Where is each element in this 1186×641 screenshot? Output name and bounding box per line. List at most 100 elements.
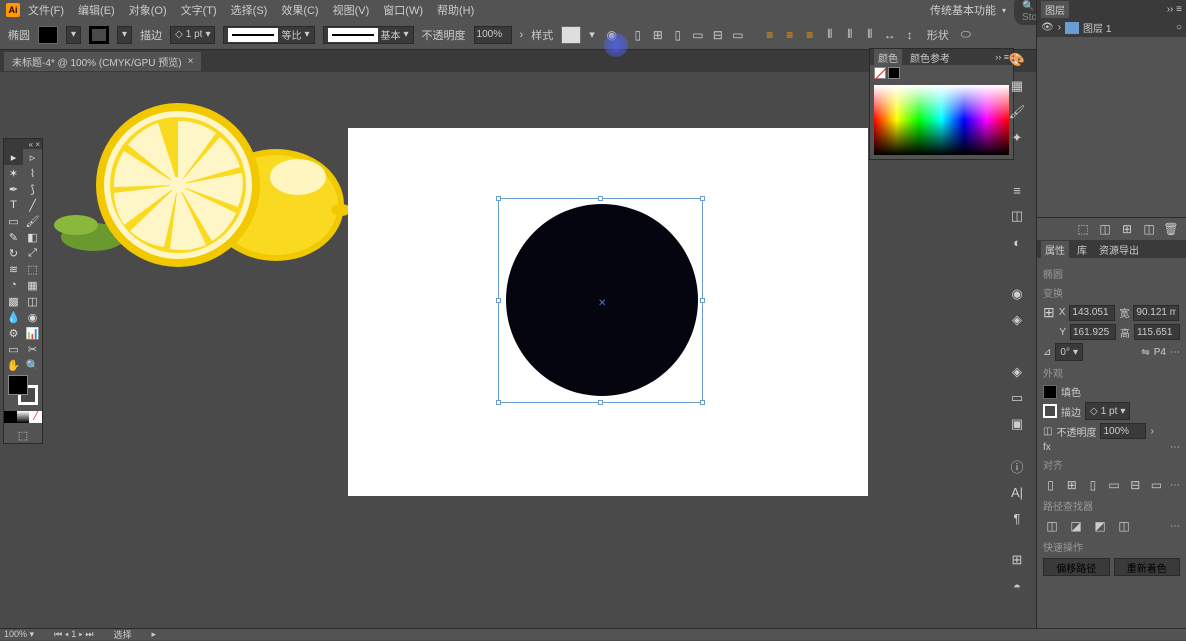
black-swatch-icon[interactable] bbox=[888, 67, 900, 79]
selection-handle-ml[interactable] bbox=[496, 298, 501, 303]
color-tab[interactable]: 颜色 bbox=[874, 49, 902, 66]
panel-char-icon[interactable]: A| bbox=[1007, 482, 1027, 502]
pathfinder-more-icon[interactable]: ⋯ bbox=[1170, 521, 1180, 532]
libraries-tab[interactable]: 库 bbox=[1073, 241, 1091, 258]
panel-swatches-icon[interactable]: ▦ bbox=[1007, 76, 1027, 96]
graph-tool-icon[interactable]: 📊 bbox=[23, 325, 42, 341]
more-options-icon[interactable]: ⋯ bbox=[1170, 347, 1180, 358]
fill-stroke-swatches[interactable] bbox=[4, 373, 42, 411]
panel-symbols-icon[interactable]: ✦ bbox=[1007, 128, 1027, 148]
toolbox-fill-swatch[interactable] bbox=[8, 375, 28, 395]
status-arrow-icon[interactable]: ▸ bbox=[151, 629, 156, 640]
rectangle-tool-icon[interactable]: ▭ bbox=[4, 213, 23, 229]
shaper-tool-icon[interactable]: ✎ bbox=[4, 229, 23, 245]
layers-menu-icon[interactable]: ›› ≡ bbox=[1167, 4, 1182, 15]
width-tool-icon[interactable]: ≋ bbox=[4, 261, 23, 277]
pathfinder-unite-icon[interactable]: ◫ bbox=[1043, 517, 1061, 535]
color-spectrum[interactable] bbox=[874, 85, 1009, 155]
make-clipping-icon[interactable]: ◫ bbox=[1096, 220, 1114, 238]
type-tool-icon[interactable]: T bbox=[4, 197, 23, 213]
direct-selection-tool-icon[interactable]: ▹ bbox=[23, 149, 42, 165]
prop-fill-swatch[interactable] bbox=[1043, 385, 1057, 399]
delete-layer-icon[interactable]: 🗑 bbox=[1162, 220, 1180, 238]
new-sublayer-icon[interactable]: ⊞ bbox=[1118, 220, 1136, 238]
panel-artboards-icon[interactable]: ▣ bbox=[1007, 414, 1027, 434]
panel-transparency-icon[interactable]: ◐ bbox=[1007, 232, 1027, 252]
layers-tab[interactable]: 图层 bbox=[1041, 1, 1069, 18]
selection-handle-bl[interactable] bbox=[496, 400, 501, 405]
artboard[interactable]: ✕ bbox=[348, 128, 868, 496]
selection-handle-br[interactable] bbox=[700, 400, 705, 405]
y-input[interactable] bbox=[1070, 324, 1116, 340]
mesh-tool-icon[interactable]: ▩ bbox=[4, 293, 23, 309]
line-tool-icon[interactable]: ╱ bbox=[23, 197, 42, 213]
w-input[interactable] bbox=[1133, 305, 1179, 321]
gradient-tool-icon[interactable]: ◫ bbox=[23, 293, 42, 309]
hand-tool-icon[interactable]: ✋ bbox=[4, 357, 23, 373]
selection-handle-mr[interactable] bbox=[700, 298, 705, 303]
properties-tab[interactable]: 属性 bbox=[1041, 241, 1069, 258]
layer-row[interactable]: 👁 › 图层 1 ○ bbox=[1037, 18, 1186, 37]
x-input[interactable] bbox=[1069, 305, 1115, 321]
magic-wand-tool-icon[interactable]: ✶ bbox=[4, 165, 23, 181]
new-layer-icon[interactable]: ◫ bbox=[1140, 220, 1158, 238]
free-transform-tool-icon[interactable]: ⬚ bbox=[23, 261, 42, 277]
rotate-tool-icon[interactable]: ↻ bbox=[4, 245, 23, 261]
h-input[interactable] bbox=[1134, 324, 1180, 340]
prop-opacity-input[interactable] bbox=[1100, 423, 1146, 439]
shape-builder-tool-icon[interactable]: ◔ bbox=[4, 277, 23, 293]
curvature-tool-icon[interactable]: ⟆ bbox=[23, 181, 42, 197]
appearance-more-icon[interactable]: ⋯ bbox=[1170, 442, 1180, 453]
offset-path-button[interactable]: 偏移路径 bbox=[1043, 558, 1110, 576]
opacity-arrow[interactable]: › bbox=[1150, 426, 1153, 437]
perspective-tool-icon[interactable]: ▦ bbox=[23, 277, 42, 293]
selection-handle-tc[interactable] bbox=[598, 196, 603, 201]
zoom-tool-icon[interactable]: 🔍 bbox=[23, 357, 42, 373]
panel-info-icon[interactable]: ⓘ bbox=[1007, 456, 1027, 476]
prop-align-bottom-icon[interactable]: ▭ bbox=[1149, 476, 1164, 494]
asset-export-tab[interactable]: 资源导出 bbox=[1095, 241, 1143, 258]
panel-gradient-icon[interactable]: ◫ bbox=[1007, 206, 1027, 226]
visibility-icon[interactable]: 👁 bbox=[1041, 22, 1054, 33]
panel-para-icon[interactable]: ¶ bbox=[1007, 508, 1027, 528]
pen-tool-icon[interactable]: ✒ bbox=[4, 181, 23, 197]
slice-tool-icon[interactable]: ✂ bbox=[23, 341, 42, 357]
lemon-illustration[interactable] bbox=[48, 95, 348, 275]
panel-asset-icon[interactable]: ▭ bbox=[1007, 388, 1027, 408]
pathfinder-minus-icon[interactable]: ◪ bbox=[1067, 517, 1085, 535]
flip-h-icon[interactable]: ⇋ bbox=[1141, 347, 1149, 358]
pathfinder-exclude-icon[interactable]: ◫ bbox=[1115, 517, 1133, 535]
panel-brushes-icon[interactable]: 🖌 bbox=[1007, 102, 1027, 122]
eraser-tool-icon[interactable]: ◧ bbox=[23, 229, 42, 245]
expand-icon[interactable]: › bbox=[1058, 22, 1061, 33]
pathfinder-intersect-icon[interactable]: ◩ bbox=[1091, 517, 1109, 535]
panel-graphic-styles-icon[interactable]: ◈ bbox=[1007, 310, 1027, 330]
artboard-tool-icon[interactable]: ▭ bbox=[4, 341, 23, 357]
zoom-level[interactable]: 100% ▾ bbox=[4, 629, 34, 640]
color-guide-tab[interactable]: 颜色参考 bbox=[906, 49, 954, 66]
selection-handle-bc[interactable] bbox=[598, 400, 603, 405]
rotate-input[interactable]: 0° ▾ bbox=[1055, 343, 1083, 361]
align-more-icon[interactable]: ⋯ bbox=[1170, 480, 1180, 491]
layer-name[interactable]: 图层 1 bbox=[1083, 20, 1111, 35]
prop-align-left-icon[interactable]: ▯ bbox=[1043, 476, 1058, 494]
blend-tool-icon[interactable]: ◉ bbox=[23, 309, 42, 325]
canvas[interactable]: ✕ bbox=[48, 0, 1006, 640]
color-mode-color-icon[interactable] bbox=[4, 411, 17, 423]
locate-object-icon[interactable]: ⬚ bbox=[1074, 220, 1092, 238]
panel-stroke-icon[interactable]: ≡ bbox=[1007, 180, 1027, 200]
toolbox-grip[interactable]: « × bbox=[4, 139, 42, 149]
paintbrush-tool-icon[interactable]: 🖌 bbox=[23, 213, 42, 229]
selection-tool-icon[interactable]: ▸ bbox=[4, 149, 23, 165]
panel-pathfinder-icon[interactable]: ◓ bbox=[1007, 576, 1027, 596]
prop-stroke-swatch[interactable] bbox=[1043, 404, 1057, 418]
selection-handle-tl[interactable] bbox=[496, 196, 501, 201]
fx-label[interactable]: fx bbox=[1043, 442, 1051, 453]
screen-mode-icon[interactable]: ⬚ bbox=[4, 427, 42, 443]
layer-target-icon[interactable]: ○ bbox=[1176, 22, 1182, 33]
color-mode-none-icon[interactable]: ╱ bbox=[29, 411, 42, 423]
lasso-tool-icon[interactable]: ⌇ bbox=[23, 165, 42, 181]
prop-align-vcenter-icon[interactable]: ⊟ bbox=[1128, 476, 1143, 494]
panel-align-icon[interactable]: ⊞ bbox=[1007, 550, 1027, 570]
panel-layers-icon[interactable]: ◈ bbox=[1007, 362, 1027, 382]
